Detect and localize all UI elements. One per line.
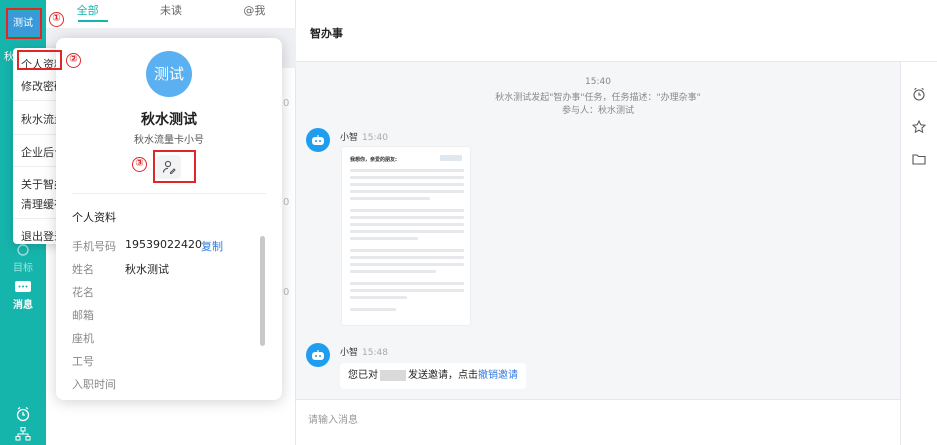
rail-item-target[interactable]: 目标	[0, 243, 46, 274]
annotation-marker-1: ①	[49, 12, 64, 27]
system-message: 秋水测试发起"智办事"任务，任务描述："办理杂事"	[495, 93, 701, 103]
message-sender: 小智 15:48	[340, 345, 388, 358]
list-tabs: 全部 未读 @我	[46, 0, 296, 26]
annotation-box-edit-button	[153, 150, 196, 183]
field-value-name: 秋水测试	[125, 263, 169, 276]
profile-section-title: 个人资料	[72, 211, 116, 224]
bot-avatar	[306, 128, 330, 152]
message-time: 15:48	[362, 348, 388, 358]
annotation-marker-3: ③	[132, 157, 147, 172]
robot-icon	[312, 135, 324, 145]
doc-logo	[440, 155, 462, 161]
chat-side-toolbar	[900, 62, 937, 445]
doc-text-lines	[350, 169, 464, 315]
annotation-box-profile-item	[17, 50, 62, 70]
message-time: 15:40	[362, 133, 388, 143]
alarm-clock-icon[interactable]	[15, 406, 31, 422]
list-item-time: 0	[283, 287, 290, 298]
list-item-time: 0	[283, 197, 290, 208]
message-input[interactable]: 请输入消息	[296, 399, 900, 445]
alarm-clock-icon[interactable]	[912, 87, 926, 101]
annotation-box-avatar	[6, 8, 42, 39]
tab-mentions[interactable]: @我	[213, 0, 296, 26]
field-label-employee-id: 工号	[72, 355, 94, 368]
chat-title: 智办事	[310, 27, 343, 40]
field-label-hire-date: 入职时间	[72, 378, 116, 391]
star-icon[interactable]	[912, 120, 926, 134]
copy-phone-link[interactable]: 复制	[201, 238, 223, 254]
invite-message-bubble: 您已对 发送邀请，点击撤销邀请	[340, 363, 526, 389]
rail-item-label: 消息	[13, 300, 33, 311]
field-label-email: 邮箱	[72, 309, 94, 322]
active-tab-indicator	[78, 20, 108, 22]
profile-org: 秋水流量卡小号	[134, 135, 204, 146]
field-label-phone: 手机号码	[72, 240, 116, 253]
org-chart-icon[interactable]	[15, 427, 31, 441]
list-item-time: 0	[283, 98, 290, 109]
bot-avatar	[306, 343, 330, 367]
system-message-participants: 参与人：秋水测试	[561, 106, 634, 116]
annotation-marker-2: ②	[66, 53, 81, 68]
sender-name: 小智	[340, 348, 359, 358]
doc-greeting: 我想你，亲爱的朋友:	[350, 157, 398, 163]
profile-avatar: 测试	[146, 51, 192, 97]
doc-image-message[interactable]: 我想你，亲爱的朋友:	[341, 146, 471, 326]
folder-icon[interactable]	[912, 152, 926, 166]
system-message-time: 15:40	[585, 77, 611, 87]
field-label-name: 姓名	[72, 263, 94, 276]
tab-unread[interactable]: 未读	[129, 0, 212, 26]
card-scrollbar[interactable]	[260, 236, 265, 346]
message-input-placeholder: 请输入消息	[308, 415, 358, 426]
sender-name: 小智	[340, 133, 359, 143]
chat-panel: 智办事 15:40 秋水测试发起"智办事"任务，任务描述："办理杂事" 参与人：…	[296, 0, 937, 445]
rail-item-label: 目标	[13, 263, 33, 274]
profile-card: 测试 秋水测试 秋水流量卡小号 个人资料 手机号码 19539022420 复制…	[56, 38, 282, 400]
field-label-landline: 座机	[72, 332, 94, 345]
message-icon	[15, 281, 31, 292]
invite-text-a: 您已对	[348, 370, 378, 381]
field-value-phone: 19539022420	[125, 238, 202, 251]
message-sender: 小智 15:40	[340, 130, 388, 143]
chat-header: 智办事	[296, 0, 937, 62]
revoke-invite-link[interactable]: 撤销邀请	[478, 370, 518, 381]
redacted-name	[380, 369, 406, 381]
invite-text-b: 发送邀请，点击	[408, 370, 478, 381]
card-divider	[72, 193, 266, 194]
robot-icon	[312, 350, 324, 360]
field-label-alias: 花名	[72, 286, 94, 299]
profile-name: 秋水测试	[141, 112, 197, 128]
rail-item-message[interactable]: 消息	[0, 280, 46, 311]
target-icon	[17, 244, 29, 256]
